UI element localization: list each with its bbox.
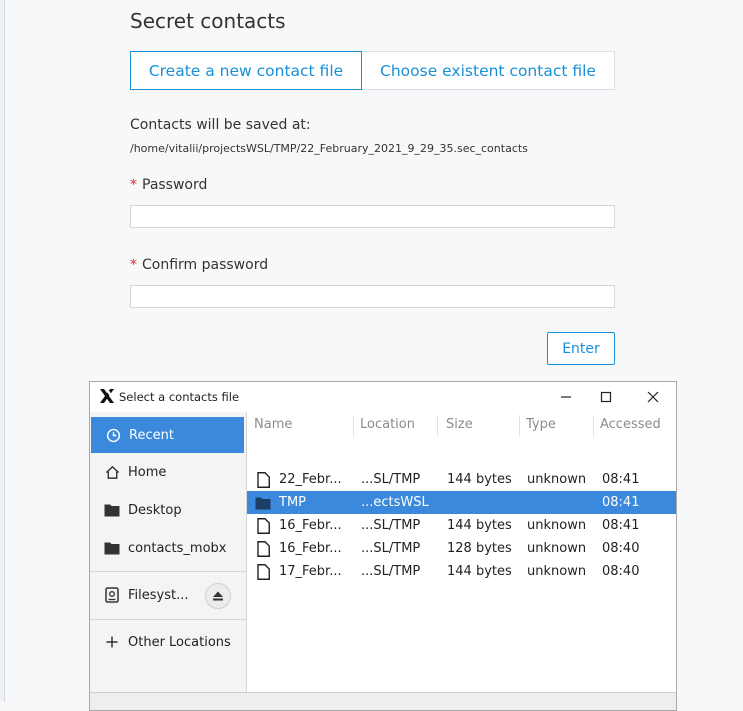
file-row[interactable]: 16_Febr... ...SL/TMP 128 bytes unknown 0… (247, 537, 676, 560)
confirm-password-label: * Confirm password (130, 257, 268, 273)
home-icon (104, 464, 120, 480)
sidebar-item-label: Desktop (128, 502, 182, 518)
tab-create-new-contact-file[interactable]: Create a new contact file (130, 51, 362, 90)
file-size: 144 bytes (447, 472, 512, 487)
x-logo-icon (100, 389, 114, 403)
column-header-size[interactable]: Size (446, 417, 473, 432)
maximize-button[interactable] (596, 387, 616, 407)
file-size: 144 bytes (447, 564, 512, 579)
file-icon (257, 518, 270, 534)
window-edge (0, 0, 5, 702)
dialog-titlebar[interactable]: Select a contacts file (90, 382, 676, 412)
file-row[interactable]: 16_Febr... ...SL/TMP 144 bytes unknown 0… (247, 514, 676, 537)
save-location-path: /home/vitalii/projectsWSL/TMP/22_Februar… (130, 142, 528, 155)
save-location-label: Contacts will be saved at: (130, 117, 311, 133)
sidebar-item-label: Other Locations (128, 634, 231, 650)
file-size: 144 bytes (447, 518, 512, 533)
folder-icon (104, 502, 120, 518)
sidebar-item-label: contacts_mobx (128, 540, 227, 556)
password-label: * Password (130, 177, 207, 193)
column-divider (593, 415, 594, 437)
drive-icon (104, 587, 120, 603)
file-accessed: 08:40 (602, 564, 640, 579)
file-location: ...SL/TMP (361, 472, 421, 487)
sidebar-item-label: Home (128, 464, 167, 480)
file-icon (257, 472, 270, 488)
file-name: TMP (279, 495, 306, 510)
sidebar-divider (90, 571, 246, 572)
enter-button[interactable]: Enter (547, 332, 615, 365)
file-name: 22_Febr... (279, 472, 342, 487)
file-location: ...SL/TMP (361, 564, 421, 579)
file-accessed: 08:41 (602, 518, 640, 533)
required-mark: * (130, 257, 137, 273)
password-label-text: Password (142, 177, 208, 193)
file-list: Name Location Size Type Accessed 22_Febr… (247, 412, 676, 692)
sidebar-item-home[interactable]: Home (90, 454, 246, 490)
file-location: ...ectsWSL (361, 495, 429, 510)
page-title: Secret contacts (130, 9, 286, 33)
sidebar-item-desktop[interactable]: Desktop (90, 492, 246, 528)
required-mark: * (130, 177, 137, 193)
tab-choose-existent-contact-file[interactable]: Choose existent contact file (362, 51, 615, 90)
file-type: unknown (527, 518, 587, 533)
maximize-icon (600, 391, 612, 403)
sidebar-item-recent[interactable]: Recent (91, 417, 244, 453)
column-divider (353, 415, 354, 437)
eject-icon (213, 591, 223, 601)
eject-button[interactable] (205, 583, 231, 609)
sidebar-divider (90, 619, 246, 620)
file-icon (257, 564, 270, 580)
file-row[interactable]: 17_Febr... ...SL/TMP 144 bytes unknown 0… (247, 560, 676, 583)
minimize-button[interactable] (556, 387, 576, 407)
file-type: unknown (527, 564, 587, 579)
file-name: 17_Febr... (279, 564, 342, 579)
close-icon (647, 391, 659, 403)
file-size: 128 bytes (447, 541, 512, 556)
places-sidebar: Recent Home Desktop contacts_mobx Filesy… (90, 412, 247, 692)
column-divider (437, 415, 438, 437)
file-type: unknown (527, 472, 587, 487)
file-row[interactable]: TMP ...ectsWSL 08:41 (247, 491, 676, 514)
file-name: 16_Febr... (279, 518, 342, 533)
column-header-type[interactable]: Type (526, 417, 556, 432)
file-type: unknown (527, 541, 587, 556)
column-header-name[interactable]: Name (254, 417, 292, 432)
file-mode-tabs: Create a new contact file Choose existen… (130, 51, 615, 90)
sidebar-item-label: Recent (129, 427, 174, 443)
confirm-password-input[interactable] (130, 285, 615, 308)
file-chooser-dialog: Select a contacts file Recent Home Deskt… (89, 381, 677, 711)
dialog-title: Select a contacts file (119, 390, 240, 404)
plus-icon (104, 634, 120, 650)
column-header-accessed[interactable]: Accessed (600, 417, 661, 432)
folder-icon (255, 497, 271, 510)
file-location: ...SL/TMP (361, 541, 421, 556)
file-location: ...SL/TMP (361, 518, 421, 533)
close-button[interactable] (643, 387, 663, 407)
column-header-location[interactable]: Location (360, 417, 415, 432)
sidebar-item-contacts-mobx[interactable]: contacts_mobx (90, 530, 246, 566)
confirm-password-label-text: Confirm password (142, 257, 269, 273)
file-icon (257, 541, 270, 557)
file-accessed: 08:41 (602, 472, 640, 487)
file-accessed: 08:41 (602, 495, 640, 510)
minimize-icon (561, 396, 571, 398)
file-row[interactable]: 22_Febr... ...SL/TMP 144 bytes unknown 0… (247, 468, 676, 491)
clock-icon (105, 427, 121, 443)
sidebar-item-other-locations[interactable]: Other Locations (90, 624, 246, 660)
file-name: 16_Febr... (279, 541, 342, 556)
column-divider (519, 415, 520, 437)
password-input[interactable] (130, 205, 615, 228)
file-accessed: 08:40 (602, 541, 640, 556)
folder-icon (104, 540, 120, 556)
sidebar-item-label: Filesyst... (128, 587, 189, 603)
